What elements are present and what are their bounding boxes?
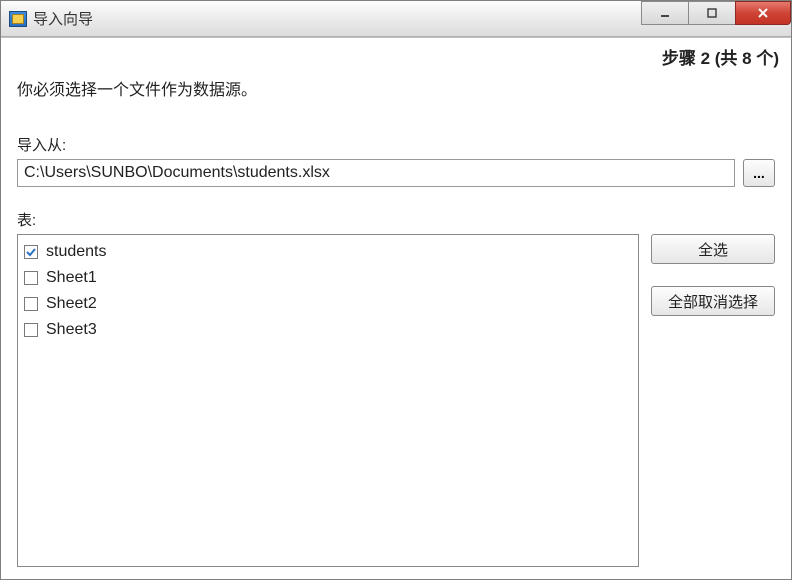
table-item-sheet1[interactable]: Sheet1	[24, 265, 632, 291]
table-item-label: Sheet1	[46, 269, 97, 287]
app-icon	[9, 11, 27, 27]
tables-listbox[interactable]: students Sheet1 Sheet2	[17, 234, 639, 567]
import-from-label: 导入从:	[17, 134, 775, 155]
import-wizard-window: 导入向导 步骤 2 (共 8 个) 你必须选择一个文件作为数据源。 导入从: .…	[0, 0, 792, 580]
checkbox-icon[interactable]	[24, 323, 38, 337]
table-item-sheet2[interactable]: Sheet2	[24, 291, 632, 317]
minimize-button[interactable]	[641, 1, 689, 25]
titlebar: 导入向导	[1, 1, 791, 37]
step-indicator: 步骤 2 (共 8 个)	[662, 44, 779, 69]
checkbox-icon[interactable]	[24, 245, 38, 259]
inner-panel: 你必须选择一个文件作为数据源。 导入从: ... 表: students	[1, 38, 791, 579]
tables-row: students Sheet1 Sheet2	[17, 234, 775, 567]
table-item-label: Sheet3	[46, 321, 97, 339]
table-item-label: students	[46, 243, 106, 261]
checkbox-icon[interactable]	[24, 271, 38, 285]
select-all-button[interactable]: 全选	[651, 234, 775, 264]
window-title: 导入向导	[33, 8, 93, 29]
maximize-button[interactable]	[688, 1, 736, 25]
table-item-sheet3[interactable]: Sheet3	[24, 317, 632, 343]
deselect-all-button[interactable]: 全部取消选择	[651, 286, 775, 316]
path-row: ...	[17, 159, 775, 187]
checkbox-icon[interactable]	[24, 297, 38, 311]
window-controls	[642, 1, 791, 27]
table-item-label: Sheet2	[46, 295, 97, 313]
browse-button[interactable]: ...	[743, 159, 775, 187]
table-item-students[interactable]: students	[24, 239, 632, 265]
file-path-input[interactable]	[17, 159, 735, 187]
content-area: 步骤 2 (共 8 个) 你必须选择一个文件作为数据源。 导入从: ... 表:…	[1, 37, 791, 579]
side-buttons: 全选 全部取消选择	[651, 234, 775, 567]
instruction-text: 你必须选择一个文件作为数据源。	[17, 76, 775, 100]
tables-label: 表:	[17, 209, 775, 230]
close-button[interactable]	[735, 1, 791, 25]
